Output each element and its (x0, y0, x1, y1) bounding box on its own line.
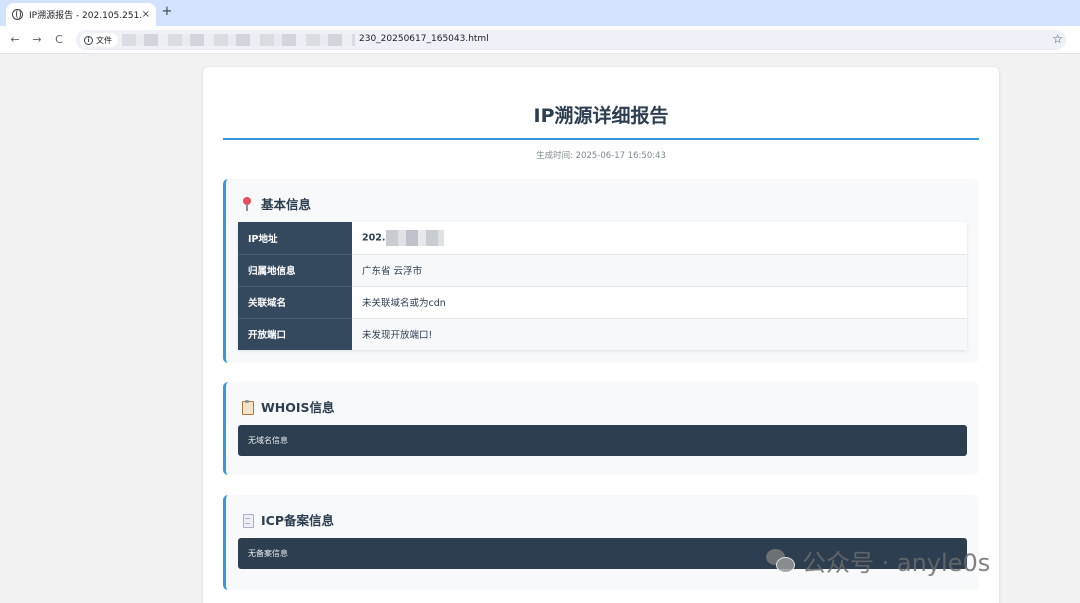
table-row: IP地址 202. (238, 222, 967, 255)
row-value: 未发现开放端口! (352, 318, 967, 350)
watermark: 公众号 · anyle0s (766, 543, 990, 578)
ip-redacted-blur (386, 229, 445, 246)
table-row: 开放端口 未发现开放端口! (238, 318, 967, 350)
wechat-icon (766, 548, 795, 573)
section-title: 基本信息 (261, 197, 312, 212)
address-bar[interactable]: i 文件 230_20250617_165043.html ☆ (76, 30, 1066, 50)
reload-button[interactable]: C (52, 33, 66, 47)
section-header: 基本信息 (240, 194, 311, 213)
pin-icon (240, 196, 254, 211)
clipboard-icon (240, 399, 254, 415)
basic-info-table: IP地址 202. 归属地信息 广东省 云浮市 关联域名 未关联域名或为cdn … (238, 222, 967, 350)
section-header: ICP备案信息 (240, 510, 334, 529)
forward-button[interactable]: → (30, 33, 44, 47)
site-info-label: 文件 (96, 35, 112, 45)
section-title: ICP备案信息 (261, 513, 334, 528)
section-title: WHOIS信息 (261, 400, 335, 415)
new-tab-button[interactable]: + (160, 5, 174, 19)
back-button[interactable]: ← (8, 33, 22, 47)
row-value: 广东省 云浮市 (352, 254, 967, 287)
row-value: 202. (352, 222, 967, 255)
url-text[interactable]: 230_20250617_165043.html (359, 34, 489, 44)
table-row: 关联域名 未关联域名或为cdn (238, 286, 967, 319)
row-value: 未关联域名或为cdn (352, 286, 967, 319)
title-divider (223, 138, 979, 140)
close-icon[interactable]: × (142, 9, 150, 20)
whois-content: 无域名信息 (238, 425, 967, 456)
section-whois: WHOIS信息 无域名信息 (223, 382, 979, 475)
page-title: IP溯源详细报告 (533, 105, 669, 127)
site-info-chip[interactable]: i 文件 (80, 33, 118, 47)
section-header: WHOIS信息 (240, 397, 335, 416)
document-icon (240, 513, 254, 528)
browser-tabstrip: IP溯源报告 - 202.105.251.230 × + (0, 0, 1080, 26)
section-basic-info: 基本信息 IP地址 202. 归属地信息 广东省 云浮市 关联域名 未关联域名或… (223, 179, 979, 363)
browser-toolbar: ← → C i 文件 230_20250617_165043.html ☆ (0, 26, 1080, 54)
generated-time: 生成时间: 2025-06-17 16:50:43 (536, 151, 666, 161)
tab-title: IP溯源报告 - 202.105.251.230 (29, 11, 142, 21)
row-key: 关联域名 (238, 286, 352, 319)
url-redacted-blur (122, 34, 355, 46)
watermark-text: 公众号 · anyle0s (802, 549, 991, 577)
globe-icon (12, 9, 23, 20)
bookmark-star-icon[interactable]: ☆ (1052, 32, 1063, 46)
row-key: 归属地信息 (238, 254, 352, 287)
report-card: IP溯源详细报告 生成时间: 2025-06-17 16:50:43 基本信息 … (203, 67, 999, 603)
browser-tab[interactable]: IP溯源报告 - 202.105.251.230 × (6, 3, 156, 26)
row-key: IP地址 (238, 222, 352, 255)
info-icon: i (84, 35, 93, 45)
row-key: 开放端口 (238, 318, 352, 350)
ip-value: 202. (362, 232, 386, 244)
table-row: 归属地信息 广东省 云浮市 (238, 254, 967, 287)
